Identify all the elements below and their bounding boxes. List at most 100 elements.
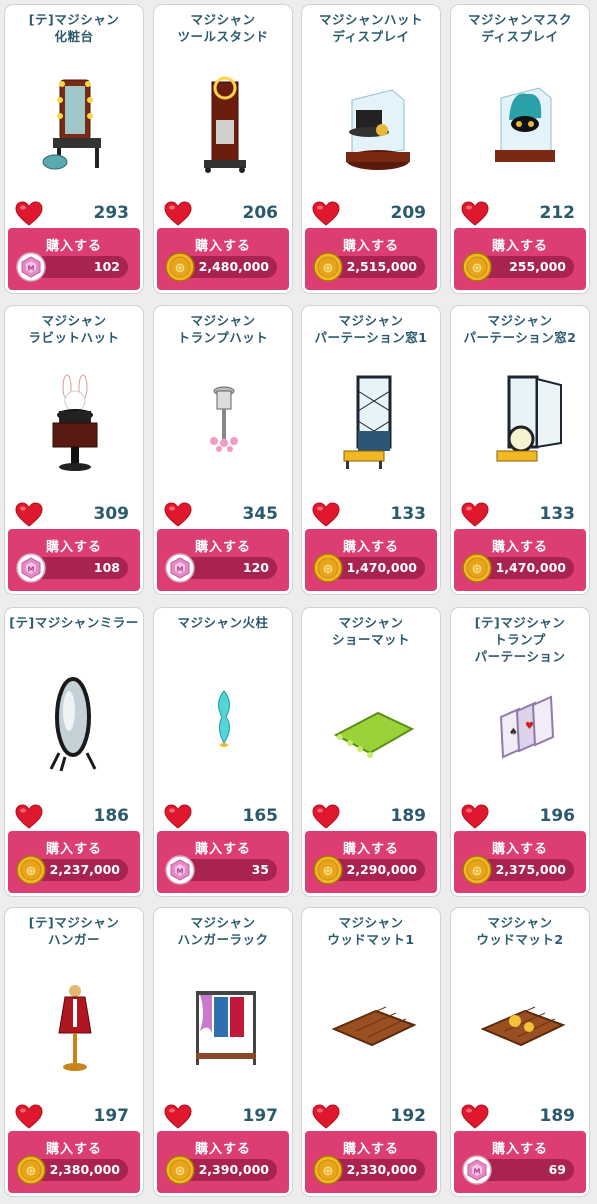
heart-icon[interactable] xyxy=(15,804,43,830)
buy-button[interactable]: 購入する ⊕ 2,515,000 xyxy=(305,228,437,290)
wood-mat-icon[interactable] xyxy=(322,968,422,1088)
heart-icon[interactable] xyxy=(15,201,43,227)
svg-text:⊕: ⊕ xyxy=(472,261,483,276)
item-card[interactable]: [テ]マジシャン ハンガー 197 購入する ⊕ 2,380,000 xyxy=(4,907,144,1197)
buy-button[interactable]: 購入する ⊕ 1,470,000 xyxy=(454,529,586,591)
heart-icon[interactable] xyxy=(461,1104,489,1130)
item-name: [テ]マジシャンミラー xyxy=(5,614,143,631)
item-name-line: ラビットハット xyxy=(28,330,120,345)
item-card[interactable]: マジシャン ウッドマット2 189 購入する M 69 xyxy=(450,907,590,1197)
item-card[interactable]: マジシャンマスク ディスプレイ 212 購入する ⊕ 255,000 xyxy=(450,4,590,294)
heart-icon[interactable] xyxy=(15,1104,43,1130)
like-count: 206 xyxy=(242,203,279,223)
heart-icon[interactable] xyxy=(15,502,43,528)
buy-button[interactable]: 購入する M 120 xyxy=(157,529,289,591)
heart-icon[interactable] xyxy=(312,1104,340,1130)
item-card[interactable]: [テ]マジシャン 化粧台 293 購入する M 102 xyxy=(4,4,144,294)
heart-icon[interactable] xyxy=(312,201,340,227)
item-name: マジシャン火柱 xyxy=(154,614,292,631)
buy-button[interactable]: 購入する ⊕ 2,290,000 xyxy=(305,831,437,893)
item-name-line: パーテーション窓2 xyxy=(463,330,577,345)
item-card[interactable]: マジシャン パーテーション窓1 133 購入する ⊕ 1,470,000 xyxy=(301,305,441,595)
fire-pillar-icon[interactable] xyxy=(174,668,274,788)
heart-icon[interactable] xyxy=(312,804,340,830)
mask-display-icon[interactable] xyxy=(471,65,571,185)
show-mat-icon[interactable] xyxy=(322,668,422,788)
item-name: マジシャン ウッドマット1 xyxy=(302,914,440,948)
heart-icon[interactable] xyxy=(164,1104,192,1130)
buy-button[interactable]: 購入する M 102 xyxy=(8,228,140,290)
svg-text:M: M xyxy=(28,566,35,574)
buy-button[interactable]: 購入する M 35 xyxy=(157,831,289,893)
like-count: 197 xyxy=(93,1106,130,1126)
wood-mat-2-icon[interactable] xyxy=(471,968,571,1088)
coin-icon: ⊕ xyxy=(16,1155,46,1185)
card-partition-icon[interactable]: ♠ ♥ xyxy=(471,668,571,788)
heart-icon[interactable] xyxy=(164,804,192,830)
buy-button[interactable]: 購入する ⊕ 2,390,000 xyxy=(157,1131,289,1193)
card-hat-icon[interactable] xyxy=(174,366,274,486)
item-card[interactable]: マジシャン トランプハット 345 購入する M 120 xyxy=(153,305,293,595)
heart-icon[interactable] xyxy=(461,804,489,830)
heart-icon[interactable] xyxy=(461,502,489,528)
item-name-line: ツールスタンド xyxy=(177,29,269,44)
item-card[interactable]: マジシャン ツールスタンド 206 購入する ⊕ 2,480,000 xyxy=(153,4,293,294)
vanity-table-icon[interactable] xyxy=(25,65,125,185)
coin-icon: ⊕ xyxy=(462,252,492,282)
svg-text:⊕: ⊕ xyxy=(26,864,37,879)
item-card[interactable]: マジシャンハット ディスプレイ 209 購入する ⊕ 2,515,000 xyxy=(301,4,441,294)
item-card[interactable]: マジシャン ショーマット 189 購入する ⊕ 2,290,000 xyxy=(301,607,441,897)
buy-button[interactable]: 購入する M 69 xyxy=(454,1131,586,1193)
item-card[interactable]: マジシャン ウッドマット1 192 購入する ⊕ 2,330,000 xyxy=(301,907,441,1197)
item-name: [テ]マジシャン 化粧台 xyxy=(5,11,143,45)
item-name-line: ハンガー xyxy=(47,932,100,947)
buy-button[interactable]: 購入する ⊕ 2,330,000 xyxy=(305,1131,437,1193)
price-value: 35 xyxy=(251,862,269,877)
hat-display-icon[interactable] xyxy=(322,65,422,185)
item-card[interactable]: マジシャン火柱 165 購入する M 35 xyxy=(153,607,293,897)
rabbit-hat-icon[interactable] xyxy=(25,366,125,486)
svg-text:M: M xyxy=(177,566,184,574)
price-value: 102 xyxy=(93,259,120,274)
heart-icon[interactable] xyxy=(164,502,192,528)
coin-icon: ⊕ xyxy=(462,855,492,885)
heart-icon[interactable] xyxy=(461,201,489,227)
heart-icon[interactable] xyxy=(312,502,340,528)
like-count: 345 xyxy=(242,504,279,524)
like-count: 192 xyxy=(390,1106,427,1126)
buy-button[interactable]: 購入する ⊕ 2,237,000 xyxy=(8,831,140,893)
item-card[interactable]: マジシャン ラビットハット 309 購入する M 108 xyxy=(4,305,144,595)
price-bar: ⊕ 1,470,000 xyxy=(313,553,425,583)
item-name-line: マジシャン xyxy=(338,313,404,328)
item-name: マジシャン ツールスタンド xyxy=(154,11,292,45)
item-name-line: 化粧台 xyxy=(54,29,94,44)
buy-button[interactable]: 購入する ⊕ 255,000 xyxy=(454,228,586,290)
buy-button[interactable]: 購入する ⊕ 2,380,000 xyxy=(8,1131,140,1193)
partition-window-icon[interactable] xyxy=(322,366,422,486)
svg-text:⊕: ⊕ xyxy=(26,1164,37,1179)
like-count: 197 xyxy=(242,1106,279,1126)
item-name-line: マジシャン xyxy=(338,915,404,930)
tool-stand-icon[interactable] xyxy=(174,65,274,185)
item-card[interactable]: [テ]マジシャン トランプ パーテーション ♠ ♥ 196 購入する ⊕ 2,375,000 xyxy=(450,607,590,897)
price-value: 108 xyxy=(93,560,120,575)
buy-button[interactable]: 購入する ⊕ 2,375,000 xyxy=(454,831,586,893)
item-card[interactable]: [テ]マジシャンミラー 186 購入する ⊕ 2,237,000 xyxy=(4,607,144,897)
svg-text:♠: ♠ xyxy=(509,727,518,738)
price-bar: ⊕ 2,515,000 xyxy=(313,252,425,282)
item-name-line: マジシャン xyxy=(487,915,553,930)
item-card[interactable]: マジシャン ハンガーラック 197 購入する ⊕ 2,390,000 xyxy=(153,907,293,1197)
partition-window-2-icon[interactable] xyxy=(471,366,571,486)
price-value: 2,237,000 xyxy=(49,862,120,877)
mirror-icon[interactable] xyxy=(25,668,125,788)
hanger-rack-icon[interactable] xyxy=(174,968,274,1088)
item-name-line: ウッドマット2 xyxy=(476,932,564,947)
heart-icon[interactable] xyxy=(164,201,192,227)
price-value: 120 xyxy=(242,560,269,575)
item-card[interactable]: マジシャン パーテーション窓2 133 購入する ⊕ 1,470,000 xyxy=(450,305,590,595)
like-count: 133 xyxy=(539,504,576,524)
buy-button[interactable]: 購入する ⊕ 2,480,000 xyxy=(157,228,289,290)
buy-button[interactable]: 購入する M 108 xyxy=(8,529,140,591)
buy-button[interactable]: 購入する ⊕ 1,470,000 xyxy=(305,529,437,591)
hanger-icon[interactable] xyxy=(25,968,125,1088)
